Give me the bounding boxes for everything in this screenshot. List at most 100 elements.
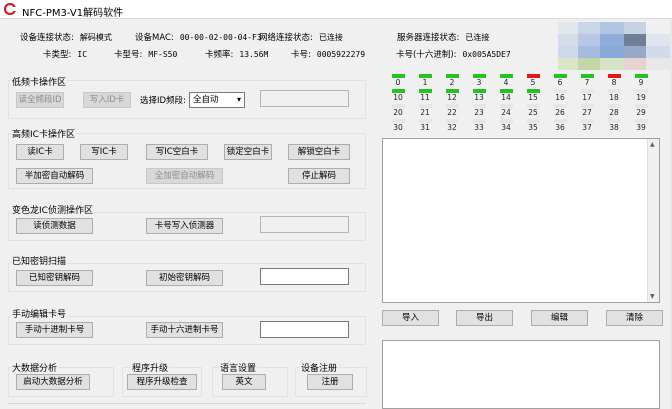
card-type: 卡类型: IC	[43, 50, 88, 60]
sector-number: 21	[420, 108, 430, 117]
sector-number: 6	[557, 78, 563, 87]
bigdata-section-title: 大数据分析	[11, 361, 59, 374]
sector-number: 19	[636, 93, 646, 102]
sector-18: 18	[606, 89, 622, 102]
scroll-up-icon[interactable]: ▲	[650, 141, 655, 148]
sector-number: 2	[449, 78, 455, 87]
stop-decode-button[interactable]: 停止解码	[288, 168, 350, 184]
read-ic-button[interactable]: 读IC卡	[16, 144, 64, 160]
known-key-decode-button[interactable]: 已知密钥解码	[16, 270, 93, 286]
sector-30: 30	[390, 119, 406, 132]
half-encrypted-decode-button[interactable]: 半加密自动解码	[16, 168, 93, 184]
sector-15: 15	[525, 89, 541, 102]
card-number-hex: 卡号(十六进制): 0x005A5DE7	[396, 50, 511, 60]
sector-number: 15	[528, 93, 538, 102]
sector-number: 5	[530, 78, 536, 87]
manual-decimal-button[interactable]: 手动十进制卡号	[16, 322, 93, 338]
detect-output[interactable]	[260, 216, 349, 233]
hf-section-title: 高频IC卡操作区	[11, 127, 76, 140]
export-button[interactable]: 导出	[456, 310, 513, 326]
sector-9: 9	[633, 74, 649, 87]
sector-number: 9	[638, 78, 644, 87]
unlock-blank-card-button[interactable]: 解锁空白卡	[288, 144, 350, 160]
log-area[interactable]: ▲ ▼	[382, 138, 660, 303]
chevron-down-icon: ▾	[236, 95, 241, 104]
sector-number: 7	[584, 78, 590, 87]
start-bigdata-button[interactable]: 启动大数据分析	[16, 374, 90, 390]
sector-number: 29	[636, 108, 646, 117]
sector-number: 0	[395, 78, 401, 87]
known-key-input[interactable]	[260, 268, 349, 285]
sector-6: 6	[552, 74, 568, 87]
write-blank-ic-button[interactable]: 写IC空白卡	[146, 144, 208, 160]
sector-2: 2	[444, 74, 460, 87]
upgrade-check-button[interactable]: 程序升级检查	[127, 374, 197, 390]
register-section-title: 设备注册	[300, 361, 339, 374]
read-detect-data-button[interactable]: 读侦测数据	[16, 218, 93, 234]
manual-section-title: 手动编辑卡号	[11, 307, 68, 320]
sector-number: 22	[447, 108, 457, 117]
sector-number: 12	[447, 93, 457, 102]
write-detector-button[interactable]: 卡号写入侦测器	[146, 218, 223, 234]
sector-31: 31	[417, 119, 433, 132]
sector-number: 37	[582, 123, 592, 132]
sector-10: 10	[390, 89, 406, 102]
window-title: NFC-PM3-V1解码软件	[22, 8, 124, 19]
language-section-title: 语言设置	[219, 361, 258, 374]
english-button[interactable]: 英文	[222, 374, 266, 390]
write-id-card-button[interactable]: 写入ID卡	[83, 92, 131, 108]
sector-number: 14	[501, 93, 511, 102]
sector-35: 35	[525, 119, 541, 132]
lock-blank-card-button[interactable]: 锁定空白卡	[224, 144, 272, 160]
sector-8: 8	[606, 74, 622, 87]
sector-21: 21	[417, 104, 433, 117]
sector-12: 12	[444, 89, 460, 102]
sector-number: 32	[447, 123, 457, 132]
write-ic-button[interactable]: 写IC卡	[80, 144, 128, 160]
app-logo-icon	[4, 3, 16, 15]
manual-hex-button[interactable]: 手动十六进制卡号	[146, 322, 223, 338]
sector-16: 16	[552, 89, 568, 102]
sector-36: 36	[552, 119, 568, 132]
output-area[interactable]	[382, 340, 660, 409]
id-band-label: 选择ID频段:	[140, 96, 186, 106]
id-band-select[interactable]: 全自动 ▾	[189, 92, 245, 108]
sector-39: 39	[633, 119, 649, 132]
log-scrollbar[interactable]: ▲ ▼	[647, 139, 659, 302]
title-bar[interactable]: NFC-PM3-V1解码软件	[0, 0, 672, 19]
scroll-down-icon[interactable]: ▼	[650, 293, 655, 300]
sector-number: 23	[474, 108, 484, 117]
read-id-button[interactable]: 读全频段ID	[16, 92, 64, 108]
card-model: 卡型号: MF-S50	[114, 50, 178, 60]
sector-number: 4	[503, 78, 509, 87]
sector-number: 35	[528, 123, 538, 132]
upgrade-section-title: 程序升级	[131, 361, 170, 374]
sector-number: 38	[609, 123, 619, 132]
sector-number: 26	[555, 108, 565, 117]
sector-number: 13	[474, 93, 484, 102]
sector-24: 24	[498, 104, 514, 117]
sector-number: 25	[528, 108, 538, 117]
sector-17: 17	[579, 89, 595, 102]
sector-number: 8	[611, 78, 617, 87]
import-button[interactable]: 导入	[382, 310, 439, 326]
sector-number: 18	[609, 93, 619, 102]
register-button[interactable]: 注册	[307, 374, 353, 390]
manual-card-input[interactable]	[260, 321, 349, 338]
device-mac: 设备MAC: 00-00-02-00-04-F3	[135, 33, 262, 43]
sector-25: 25	[525, 104, 541, 117]
sector-4: 4	[498, 74, 514, 87]
device-connection-status: 设备连接状态: 解码模式	[20, 33, 112, 43]
clear-button[interactable]: 清除	[606, 310, 663, 326]
lf-id-output[interactable]	[260, 90, 349, 107]
sector-number: 24	[501, 108, 511, 117]
sector-14: 14	[498, 89, 514, 102]
init-key-decode-button[interactable]: 初始密钥解码	[146, 270, 223, 286]
sector-number: 27	[582, 108, 592, 117]
sector-number: 31	[420, 123, 430, 132]
edit-button[interactable]: 编辑	[531, 310, 588, 326]
sector-37: 37	[579, 119, 595, 132]
sector-number: 36	[555, 123, 565, 132]
full-encrypted-decode-button[interactable]: 全加密自动解码	[146, 168, 223, 184]
pixelated-image	[558, 22, 672, 70]
